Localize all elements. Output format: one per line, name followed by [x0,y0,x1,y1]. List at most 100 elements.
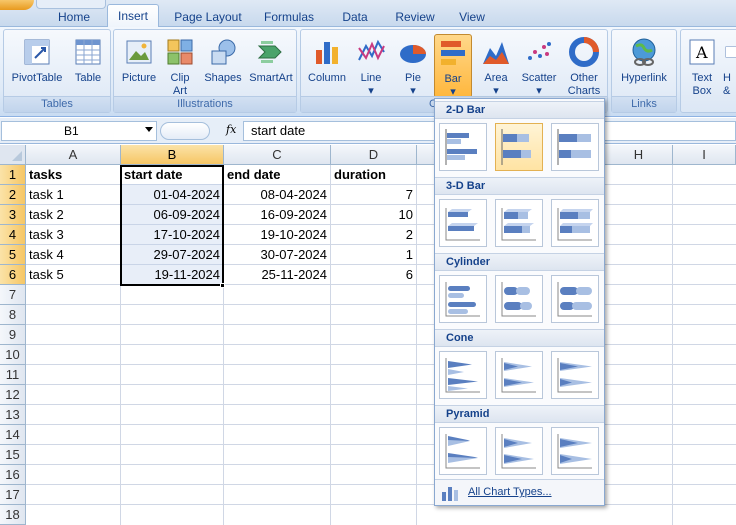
clustered-cone-option[interactable] [439,351,487,399]
stacked-cylinder-option[interactable] [495,275,543,323]
tab-review[interactable]: Review [389,8,441,27]
clip-art-button[interactable]: Clip Art [162,34,198,98]
table-button[interactable]: Table [68,34,108,98]
cell-end-date[interactable]: 08-04-2024 [224,185,330,205]
row-header[interactable]: 9 [0,325,26,345]
100-stacked-cylinder-option[interactable] [551,275,599,323]
bar-chart-button[interactable]: Bar ▾ [434,34,472,98]
row-header[interactable]: 5 [0,245,26,265]
column-header-a[interactable]: A [26,145,121,165]
cell-duration[interactable]: 1 [331,245,416,265]
row-header[interactable]: 7 [0,285,26,305]
insert-function-button[interactable]: fx [226,123,236,136]
line-chart-button[interactable]: Line ▾ [351,34,391,98]
picture-button[interactable]: Picture [116,34,162,98]
clustered-bar-option[interactable] [439,123,487,171]
column-header-c[interactable]: C [224,145,331,165]
picture-label: Picture [121,72,157,84]
cell-d1[interactable]: duration [331,165,416,185]
cell-duration[interactable]: 6 [331,265,416,285]
other-charts-button[interactable]: Other Charts [561,34,607,98]
office-button[interactable] [0,0,34,10]
row-header[interactable]: 4 [0,225,26,245]
column-header-b[interactable]: B [121,145,224,165]
tab-view[interactable]: View [450,8,494,27]
cell-task[interactable]: task 3 [26,225,120,245]
smartart-button[interactable]: SmartArt [246,34,296,98]
row-header[interactable]: 15 [0,445,26,465]
row-header[interactable]: 14 [0,425,26,445]
cell-end-date[interactable]: 16-09-2024 [224,205,330,225]
cell-a1[interactable]: tasks [26,165,120,185]
tab-data[interactable]: Data [332,8,378,27]
cell-start-date[interactable]: 01-04-2024 [121,185,223,205]
stacked-bar-option[interactable] [495,123,543,171]
cell-start-date[interactable]: 19-11-2024 [121,265,223,285]
column-header-i[interactable]: I [673,145,736,165]
pie-chart-button[interactable]: Pie ▾ [393,34,433,98]
hyperlink-button[interactable]: Hyperlink [614,34,674,98]
tab-page-layout[interactable]: Page Layout [168,8,248,27]
row-header[interactable]: 11 [0,365,26,385]
100-stacked-cone-option[interactable] [551,351,599,399]
100-stacked-bar-option[interactable] [551,123,599,171]
row-header[interactable]: 10 [0,345,26,365]
3d-100-stacked-bar-option[interactable] [551,199,599,247]
row-header[interactable]: 8 [0,305,26,325]
cell-task[interactable]: task 2 [26,205,120,225]
3d-stacked-bar-option[interactable] [495,199,543,247]
row-header[interactable]: 1 [0,165,26,185]
cell-end-date[interactable]: 30-07-2024 [224,245,330,265]
cell-task[interactable]: task 5 [26,265,120,285]
tab-insert[interactable]: Insert [107,4,159,28]
cell-start-date[interactable]: 29-07-2024 [121,245,223,265]
select-all-button[interactable] [0,145,26,165]
column-header-d[interactable]: D [331,145,417,165]
cell-start-date[interactable]: 17-10-2024 [121,225,223,245]
bar-chart-gallery: 2-D Bar 3-D Bar Cylinder Cone Pyramid Al… [434,98,605,506]
worksheet-grid[interactable]: A B C D H I 1 2 3 4 5 6 7 8 9 10 11 12 1… [0,145,736,525]
column-chart-button[interactable]: Column [303,34,351,98]
cell-c1[interactable]: end date [224,165,330,185]
row-header[interactable]: 2 [0,185,26,205]
scatter-chart-button[interactable]: Scatter ▾ [517,34,561,98]
100-stacked-pyramid-option[interactable] [551,427,599,475]
header-footer-button[interactable]: H & [723,34,736,98]
area-chart-button[interactable]: Area ▾ [475,34,517,98]
formula-bar-handle[interactable] [160,122,210,140]
stacked-cylinder-icon [501,282,536,317]
cell-duration[interactable]: 10 [331,205,416,225]
cell-duration[interactable]: 2 [331,225,416,245]
stacked-pyramid-option[interactable] [495,427,543,475]
column-header-e[interactable] [417,145,435,165]
clustered-cylinder-option[interactable] [439,275,487,323]
cell-end-date[interactable]: 19-10-2024 [224,225,330,245]
cell-end-date[interactable]: 25-11-2024 [224,265,330,285]
3d-clustered-bar-option[interactable] [439,199,487,247]
name-box[interactable]: B1 [1,121,157,141]
row-header[interactable]: 12 [0,385,26,405]
tab-formulas[interactable]: Formulas [257,8,321,27]
row-header[interactable]: 16 [0,465,26,485]
cell-b1[interactable]: start date [121,165,223,185]
all-chart-types-row[interactable]: All Chart Types... [435,479,604,505]
name-box-dropdown-icon[interactable] [145,127,153,132]
text-box-button[interactable]: A Text Box [683,34,721,98]
row-header[interactable]: 13 [0,405,26,425]
pivottable-button[interactable]: PivotTable [6,34,68,98]
row-header[interactable]: 18 [0,505,26,525]
cell-duration[interactable]: 7 [331,185,416,205]
cell-task[interactable]: task 4 [26,245,120,265]
cell-task[interactable]: task 1 [26,185,120,205]
stacked-cone-option[interactable] [495,351,543,399]
shapes-button[interactable]: Shapes [200,34,246,98]
cell-start-date[interactable]: 06-09-2024 [121,205,223,225]
all-chart-types-link[interactable]: All Chart Types... [468,486,552,498]
row-header[interactable]: 17 [0,485,26,505]
clustered-pyramid-option[interactable] [439,427,487,475]
row-header[interactable]: 3 [0,205,26,225]
table-icon [75,39,101,65]
tab-home[interactable]: Home [50,8,98,27]
column-header-h[interactable]: H [605,145,673,165]
row-header[interactable]: 6 [0,265,26,285]
